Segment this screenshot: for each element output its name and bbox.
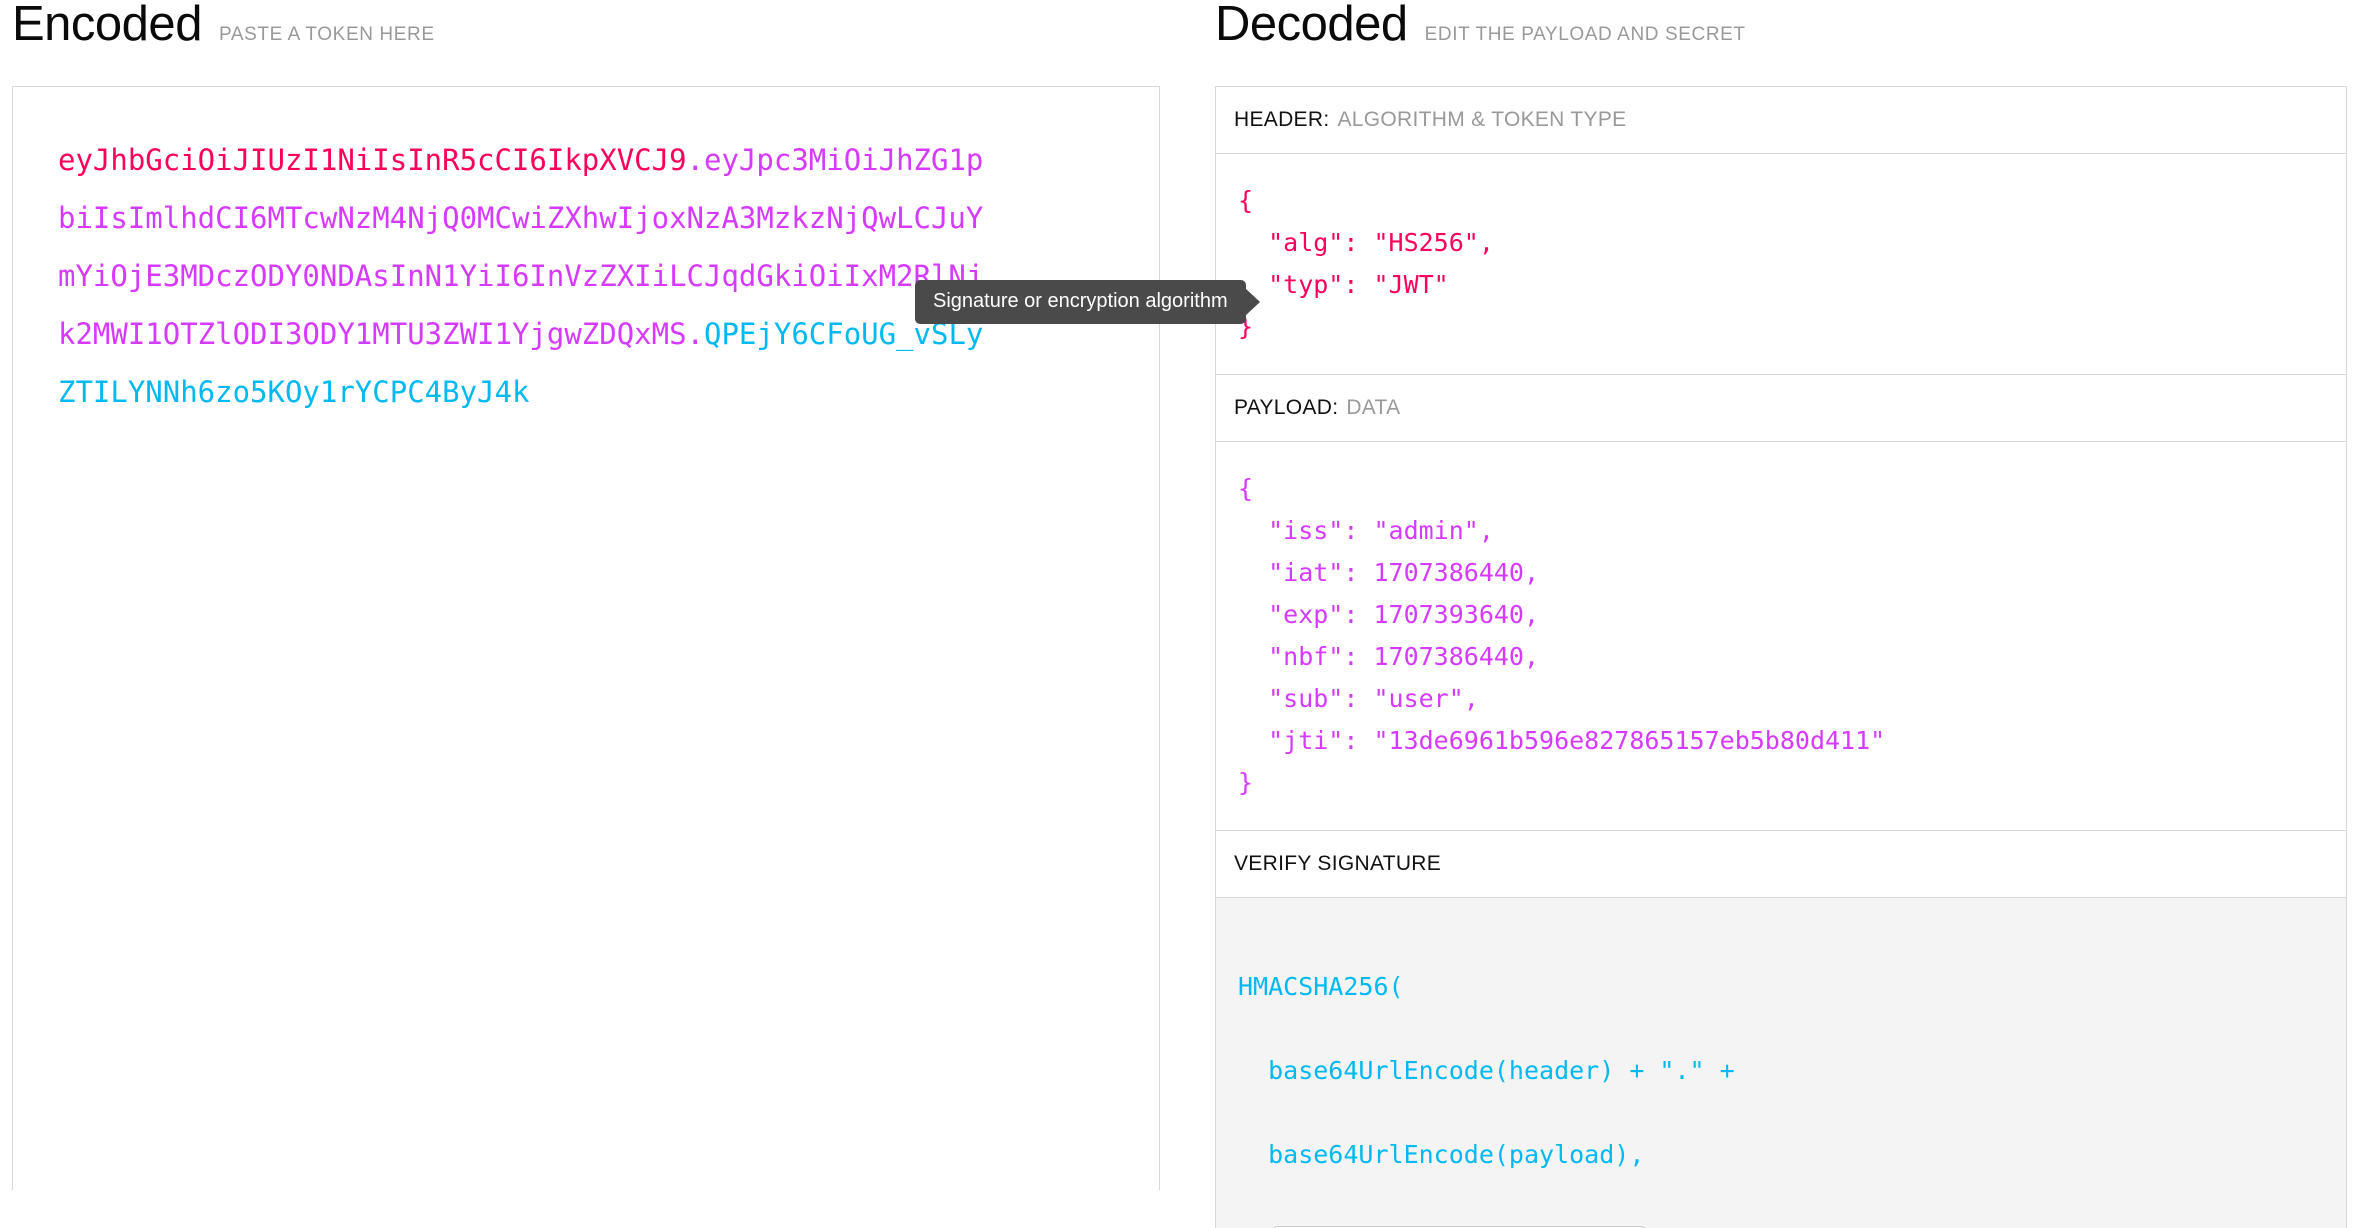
verify-signature-panel: VERIFY SIGNATURE HMACSHA256( base64UrlEn… [1215, 831, 2347, 1228]
decoded-subtitle: EDIT THE PAYLOAD AND SECRET [1424, 24, 1746, 45]
token-dot-1: . [686, 143, 705, 177]
payload-panel-head: PAYLOAD: DATA [1216, 375, 2346, 442]
decoded-panels: HEADER: ALGORITHM & TOKEN TYPE { "alg": "… [1190, 86, 2375, 1228]
decoded-column: Decoded EDIT THE PAYLOAD AND SECRET HEAD… [1190, 0, 2375, 1228]
header-panel-hint: ALGORITHM & TOKEN TYPE [1337, 108, 1627, 131]
payload-panel-hint: DATA [1346, 396, 1401, 419]
verify-panel-head: VERIFY SIGNATURE [1216, 831, 2346, 898]
encoded-token-text[interactable]: eyJhbGciOiJIUzI1NiIsInR5cCI6IkpXVCJ9.eyJ… [58, 131, 998, 421]
payload-panel-label: PAYLOAD: [1234, 396, 1339, 419]
encoded-title: Encoded [12, 0, 202, 51]
hmac-line-2: base64UrlEncode(header) + "." + [1238, 1056, 1735, 1085]
verify-signature-body: HMACSHA256( base64UrlEncode(header) + ".… [1216, 898, 2346, 1228]
header-panel-head: HEADER: ALGORITHM & TOKEN TYPE [1216, 87, 2346, 154]
header-panel-label: HEADER: [1234, 108, 1330, 131]
payload-json-editor[interactable]: { "iss": "admin", "iat": 1707386440, "ex… [1216, 442, 2346, 830]
jwt-debugger-page: Encoded PASTE A TOKEN HERE eyJhbGciOiJIU… [0, 0, 2375, 1228]
header-json-editor[interactable]: { "alg": "HS256", "typ": "JWT" } [1216, 154, 2346, 374]
algorithm-tooltip: Signature or encryption algorithm [915, 280, 1246, 324]
encoded-title-row: Encoded PASTE A TOKEN HERE [0, 0, 1190, 86]
token-header-segment: eyJhbGciOiJIUzI1NiIsInR5cCI6IkpXVCJ9 [58, 143, 687, 177]
verify-panel-label: VERIFY SIGNATURE [1234, 852, 1442, 875]
token-dot-2: . [686, 317, 705, 351]
decoded-title: Decoded [1215, 0, 1408, 51]
hmac-line-1: HMACSHA256( [1238, 972, 1404, 1001]
decoded-title-row: Decoded EDIT THE PAYLOAD AND SECRET [1190, 0, 2375, 86]
encoded-column: Encoded PASTE A TOKEN HERE eyJhbGciOiJIU… [0, 0, 1190, 1228]
payload-panel: PAYLOAD: DATA { "iss": "admin", "iat": 17… [1215, 375, 2347, 831]
encoded-subtitle: PASTE A TOKEN HERE [218, 24, 435, 45]
encoded-token-input[interactable]: eyJhbGciOiJIUzI1NiIsInR5cCI6IkpXVCJ9.eyJ… [12, 86, 1160, 1190]
hmac-line-3: base64UrlEncode(payload), [1238, 1140, 1645, 1169]
header-panel: HEADER: ALGORITHM & TOKEN TYPE { "alg": "… [1215, 86, 2347, 375]
